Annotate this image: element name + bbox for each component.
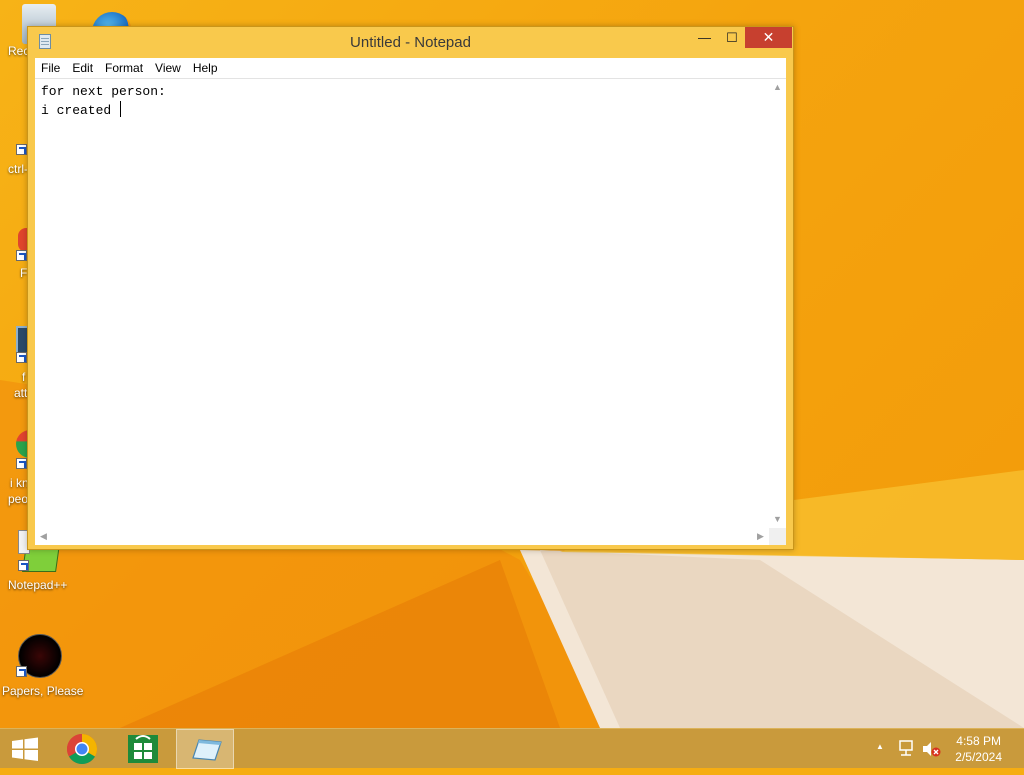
papers-please-label: Papers, Please bbox=[2, 684, 84, 698]
editor-line-1: for next person: bbox=[41, 84, 166, 99]
menu-bar: File Edit Format View Help bbox=[35, 58, 786, 78]
file-attachment-label-1: f bbox=[22, 370, 26, 384]
shortcut-arrow-icon bbox=[16, 352, 27, 363]
network-status-button[interactable] bbox=[896, 729, 916, 769]
shortcut-arrow-icon bbox=[16, 458, 27, 469]
menu-edit[interactable]: Edit bbox=[66, 58, 99, 78]
menu-format[interactable]: Format bbox=[99, 58, 149, 78]
shortcut-arrow-icon bbox=[16, 250, 27, 261]
editor-text-area[interactable]: for next person: i created bbox=[41, 83, 766, 527]
menu-help[interactable]: Help bbox=[187, 58, 224, 78]
show-hidden-icons-button[interactable]: ▲ bbox=[874, 729, 888, 769]
network-icon bbox=[899, 740, 913, 756]
notepad-window[interactable]: Untitled - Notepad — ☐ ✕ File Edit Format V… bbox=[27, 26, 794, 550]
shortcut-arrow-icon bbox=[18, 560, 29, 571]
close-icon: ✕ bbox=[762, 29, 775, 45]
shortcut-arrow-icon bbox=[16, 144, 27, 155]
title-bar[interactable]: Untitled - Notepad — ☐ ✕ bbox=[28, 27, 793, 57]
ctrl-shortcut-label: ctrl- bbox=[8, 162, 28, 176]
scroll-left-icon[interactable]: ◀ bbox=[35, 528, 52, 545]
menu-file[interactable]: File bbox=[35, 58, 66, 78]
taskbar: ▲ 4:58 PM 2/5/2024 bbox=[0, 728, 1024, 769]
papers-please-shortcut[interactable]: Papers, Please bbox=[0, 632, 84, 702]
window-title: Untitled - Notepad bbox=[350, 34, 471, 51]
text-editor[interactable]: for next person: i created ▲ ▼ ◀ ▶ bbox=[35, 78, 786, 545]
scroll-right-icon[interactable]: ▶ bbox=[752, 528, 769, 545]
chrome-shortcut-label-1: i kn bbox=[10, 476, 29, 490]
vertical-scrollbar[interactable]: ▲ ▼ bbox=[769, 79, 786, 528]
file-attachment-label-2: att bbox=[14, 386, 28, 400]
scroll-up-icon[interactable]: ▲ bbox=[769, 79, 786, 96]
minimize-button[interactable]: — bbox=[690, 27, 719, 48]
editor-line-2: i created bbox=[41, 101, 766, 120]
chevron-up-icon: ▲ bbox=[876, 742, 884, 751]
clock-date: 2/5/2024 bbox=[955, 750, 1002, 764]
editor-line-2-text: i created bbox=[41, 103, 120, 118]
resize-grip[interactable] bbox=[769, 528, 786, 545]
taskbar-chrome-button[interactable] bbox=[56, 729, 108, 769]
maximize-icon: ☐ bbox=[726, 30, 738, 45]
maximize-button[interactable]: ☐ bbox=[719, 27, 745, 48]
start-button[interactable] bbox=[0, 729, 52, 769]
chrome-icon bbox=[66, 734, 98, 765]
scroll-down-icon[interactable]: ▼ bbox=[769, 511, 786, 528]
shortcut-arrow-icon bbox=[16, 666, 27, 677]
windows-logo-icon bbox=[12, 737, 38, 761]
close-button[interactable]: ✕ bbox=[745, 27, 792, 48]
volume-muted-icon bbox=[923, 742, 941, 757]
volume-button[interactable] bbox=[920, 729, 942, 769]
notepadpp-label: Notepad++ bbox=[8, 578, 68, 592]
notepad-icon bbox=[192, 739, 222, 761]
clock-time: 4:58 PM bbox=[956, 734, 1001, 748]
taskbar-notepad-button[interactable] bbox=[176, 729, 234, 769]
taskbar-clock[interactable]: 4:58 PM 2/5/2024 bbox=[955, 733, 1002, 765]
horizontal-scrollbar[interactable]: ◀ ▶ bbox=[35, 528, 769, 545]
store-icon bbox=[128, 735, 158, 763]
menu-view[interactable]: View bbox=[149, 58, 187, 78]
minimize-icon: — bbox=[698, 30, 711, 45]
text-caret bbox=[120, 101, 122, 117]
chrome-shortcut-label-2: peo bbox=[8, 492, 29, 506]
taskbar-store-button[interactable] bbox=[116, 729, 168, 769]
